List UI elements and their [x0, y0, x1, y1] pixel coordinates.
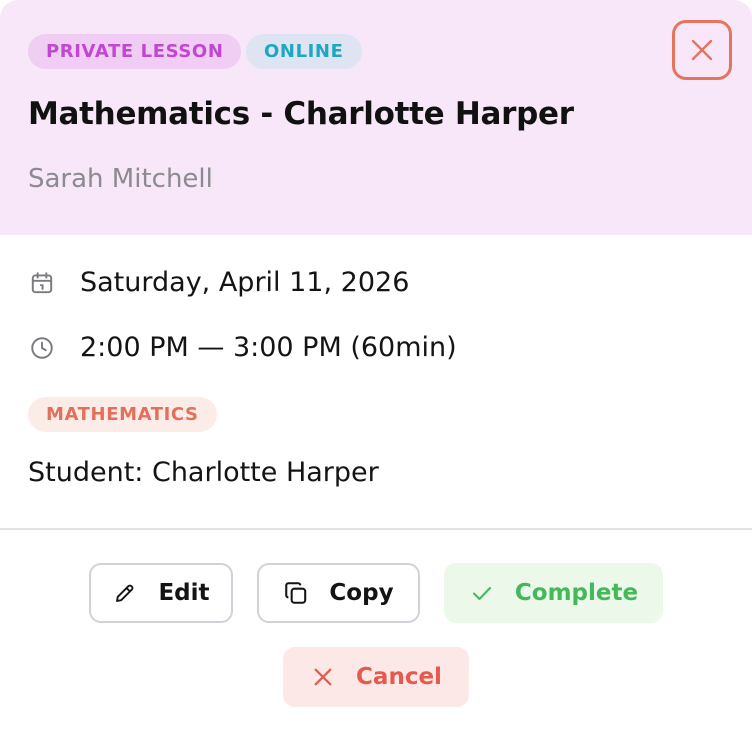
complete-button[interactable]: Complete	[444, 563, 663, 623]
close-icon	[691, 39, 713, 61]
complete-label: Complete	[514, 580, 639, 606]
online-badge: ONLINE	[246, 34, 362, 69]
cancel-label: Cancel	[356, 664, 442, 690]
copy-icon	[283, 580, 309, 606]
edit-button[interactable]: Edit	[89, 563, 233, 623]
lesson-date: Saturday, April 11, 2026	[80, 267, 410, 298]
pencil-icon	[112, 580, 138, 606]
lesson-time: 2:00 PM — 3:00 PM (60min)	[80, 332, 457, 363]
modal-header: PRIVATE LESSON ONLINE Mathematics - Char…	[0, 0, 752, 235]
calendar-icon	[28, 269, 56, 297]
lesson-title: Mathematics - Charlotte Harper	[28, 96, 574, 132]
subject-tag: MATHEMATICS	[28, 397, 217, 432]
private-lesson-badge: PRIVATE LESSON	[28, 34, 242, 69]
copy-button[interactable]: Copy	[257, 563, 420, 623]
teacher-name: Sarah Mitchell	[28, 164, 213, 194]
time-row: 2:00 PM — 3:00 PM (60min)	[28, 332, 457, 363]
lesson-details-modal: PRIVATE LESSON ONLINE Mathematics - Char…	[0, 0, 752, 734]
edit-label: Edit	[158, 580, 210, 606]
close-button[interactable]	[672, 20, 732, 80]
copy-label: Copy	[329, 580, 394, 606]
divider	[0, 528, 752, 530]
cancel-button[interactable]: Cancel	[283, 647, 469, 707]
x-icon	[310, 664, 336, 690]
check-icon	[469, 580, 495, 606]
clock-icon	[28, 334, 56, 362]
date-row: Saturday, April 11, 2026	[28, 267, 409, 298]
student-name: Student: Charlotte Harper	[28, 457, 379, 488]
